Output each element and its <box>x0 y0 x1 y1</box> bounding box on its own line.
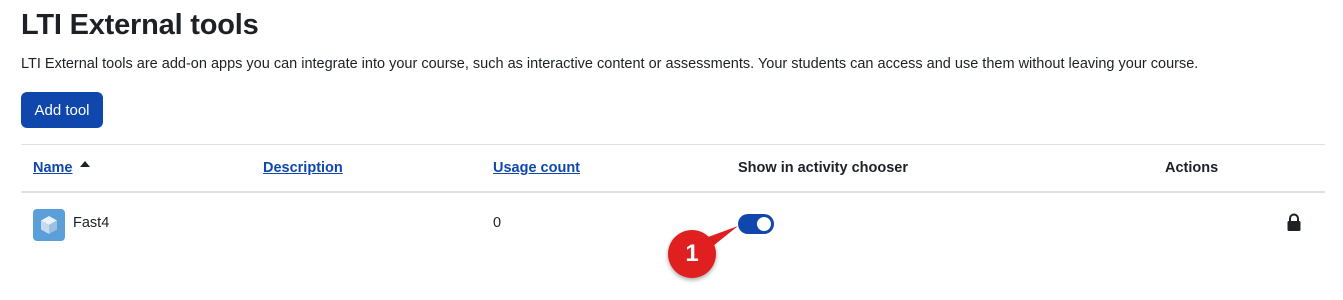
table-header-row: Name Description Usage count Show in act… <box>21 144 1325 193</box>
header-usage-count: Usage count <box>493 160 580 176</box>
show-in-activity-chooser-toggle[interactable] <box>738 214 774 234</box>
header-name: Name <box>33 160 90 176</box>
tool-usage-count: 0 <box>493 215 502 231</box>
header-actions: Actions <box>1165 160 1219 176</box>
header-show-in-activity-chooser: Show in activity chooser <box>738 160 909 176</box>
page-title: LTI External tools <box>21 9 259 41</box>
annotation-marker: 1 <box>668 230 716 278</box>
sort-ascending-icon <box>79 161 90 167</box>
page-intro: LTI External tools are add-on apps you c… <box>21 56 1199 72</box>
add-tool-button[interactable]: Add tool <box>21 92 103 128</box>
sort-by-name-link[interactable]: Name <box>33 160 73 176</box>
lock-icon <box>1286 213 1302 237</box>
lti-external-tools-page: LTI External tools LTI External tools ar… <box>0 0 1343 300</box>
cube-icon <box>33 209 65 241</box>
sort-by-usage-count-link[interactable]: Usage count <box>493 160 580 176</box>
header-description: Description <box>263 160 343 176</box>
tool-name: Fast4 <box>73 215 110 231</box>
sort-by-description-link[interactable]: Description <box>263 160 343 176</box>
toggle-knob <box>757 217 771 231</box>
